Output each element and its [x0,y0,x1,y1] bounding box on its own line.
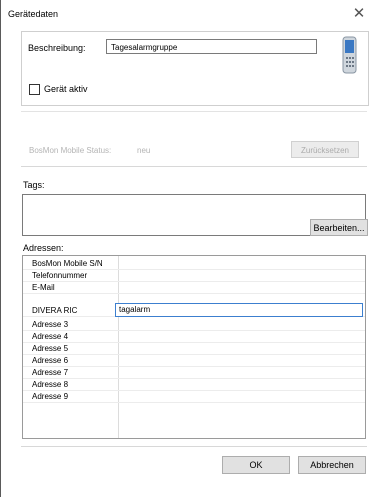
cancel-button[interactable]: Abbrechen [298,456,366,474]
mobile-status-label: BosMon Mobile Status: [29,146,112,155]
table-row[interactable]: Telefonnummer [23,270,365,282]
table-row[interactable]: Adresse 3 [23,319,365,331]
table-row[interactable]: BosMon Mobile S/N [23,258,365,270]
reset-button[interactable]: Zurücksetzen [291,141,359,158]
table-row[interactable]: Adresse 5 [23,343,365,355]
address-name: Adresse 5 [32,344,69,353]
address-name: Adresse 4 [32,332,69,341]
mobile-phone-icon [342,36,357,74]
active-checkbox-label: Gerät aktiv [44,84,88,94]
table-row[interactable]: Adresse 6 [23,355,365,367]
address-name: BosMon Mobile S/N [32,259,103,268]
table-row[interactable]: Adresse 7 [23,367,365,379]
separator [21,446,367,447]
description-input[interactable]: Tagesalarmgruppe [106,39,317,54]
tags-label: Tags: [23,180,45,190]
close-icon[interactable]: ✕ [349,4,369,24]
active-checkbox[interactable] [29,84,40,95]
address-name: Adresse 6 [32,356,69,365]
table-row[interactable]: E-Mail [23,282,365,294]
addresses-label: Adressen: [23,243,64,253]
addresses-grid[interactable]: BosMon Mobile S/N Telefonnummer E-Mail D… [22,255,366,439]
address-name: E-Mail [32,283,55,292]
address-name: Adresse 3 [32,320,69,329]
ok-button[interactable]: OK [222,456,290,474]
address-name: Adresse 7 [32,368,69,377]
edit-tags-button[interactable]: Bearbeiten... [310,219,368,236]
address-name: Adresse 8 [32,380,69,389]
device-data-dialog: Gerätedaten ✕ Beschreibung: Tagesalarmgr… [0,0,372,497]
window-border [0,0,1,497]
address-name: Adresse 9 [32,392,69,401]
table-row[interactable]: Adresse 9 [23,391,365,403]
separator [21,111,367,112]
description-label: Beschreibung: [28,43,86,53]
table-row[interactable]: Adresse 4 [23,331,365,343]
window-title: Gerätedaten [8,9,59,19]
mobile-status-value: neu [137,146,151,155]
address-value-input[interactable]: tagalarm [115,303,363,317]
address-name: Telefonnummer [32,271,88,280]
separator [21,166,367,167]
table-row[interactable]: Adresse 8 [23,379,365,391]
address-name: DIVERA RIC [32,306,78,315]
